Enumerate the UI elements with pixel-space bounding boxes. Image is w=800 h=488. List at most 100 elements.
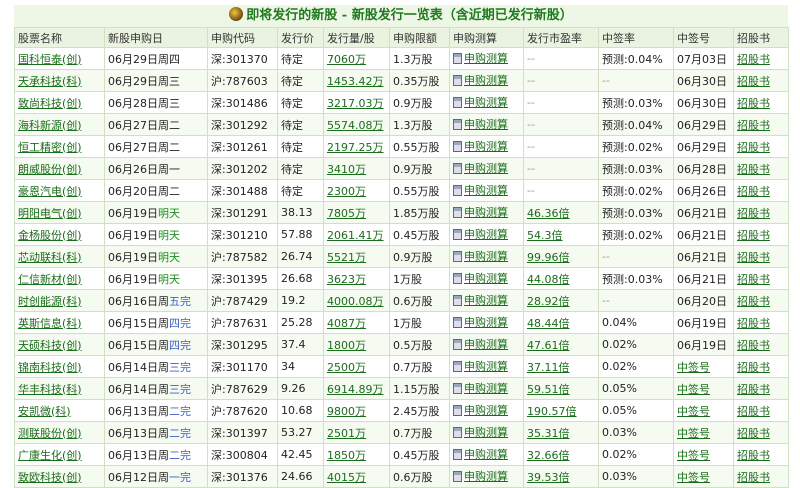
- prospectus-link[interactable]: 招股书: [737, 427, 770, 440]
- subscribe-calc-button[interactable]: 申购测算: [453, 270, 508, 286]
- subscribe-calc-button[interactable]: 申购测算: [453, 380, 508, 396]
- stock-name-link[interactable]: 致欧科技(创): [18, 471, 82, 484]
- issue-volume-link[interactable]: 7805万: [327, 207, 366, 220]
- stock-name-link[interactable]: 英斯信息(科): [18, 317, 82, 330]
- issue-volume-link[interactable]: 2501万: [327, 427, 366, 440]
- subscribe-calc-button[interactable]: 申购测算: [453, 226, 508, 242]
- prospectus-link[interactable]: 招股书: [737, 97, 770, 110]
- subscribe-calc-label[interactable]: 申购测算: [464, 402, 508, 418]
- prospectus-link[interactable]: 招股书: [737, 273, 770, 286]
- stock-name-link[interactable]: 国科恒泰(创): [18, 53, 82, 66]
- subscribe-calc-label[interactable]: 申购测算: [464, 314, 508, 330]
- stock-name-link[interactable]: 安凯微(科): [18, 405, 71, 418]
- issue-volume-link[interactable]: 5574.08万: [327, 119, 384, 132]
- subscribe-calc-button[interactable]: 申购测算: [453, 72, 508, 88]
- issue-volume-link[interactable]: 2300万: [327, 185, 366, 198]
- issue-pe-link[interactable]: 46.36倍: [527, 207, 570, 220]
- subscribe-calc-label[interactable]: 申购测算: [464, 226, 508, 242]
- prospectus-link[interactable]: 招股书: [737, 229, 770, 242]
- stock-name-link[interactable]: 锦南科技(创): [18, 361, 82, 374]
- prospectus-link[interactable]: 招股书: [737, 317, 770, 330]
- stock-name-link[interactable]: 豪恩汽电(创): [18, 185, 82, 198]
- issue-volume-link[interactable]: 4087万: [327, 317, 366, 330]
- stock-name-link[interactable]: 恒工精密(创): [18, 141, 82, 154]
- issue-volume-link[interactable]: 3410万: [327, 163, 366, 176]
- subscribe-calc-label[interactable]: 申购测算: [464, 160, 508, 176]
- stock-name-link[interactable]: 明阳电气(创): [18, 207, 82, 220]
- subscribe-calc-button[interactable]: 申购测算: [453, 424, 508, 440]
- subscribe-calc-label[interactable]: 申购测算: [464, 182, 508, 198]
- prospectus-link[interactable]: 招股书: [737, 449, 770, 462]
- stock-name-link[interactable]: 海科新源(创): [18, 119, 82, 132]
- prospectus-link[interactable]: 招股书: [737, 119, 770, 132]
- subscribe-calc-button[interactable]: 申购测算: [453, 468, 508, 484]
- subscribe-calc-button[interactable]: 申购测算: [453, 446, 508, 462]
- issue-volume-link[interactable]: 4015万: [327, 471, 366, 484]
- stock-name-link[interactable]: 致尚科技(创): [18, 97, 82, 110]
- prospectus-link[interactable]: 招股书: [737, 383, 770, 396]
- issue-pe-link[interactable]: 59.51倍: [527, 383, 570, 396]
- stock-name-link[interactable]: 仁信新材(创): [18, 273, 82, 286]
- issue-pe-link[interactable]: 44.08倍: [527, 273, 570, 286]
- subscribe-calc-label[interactable]: 申购测算: [464, 50, 508, 66]
- issue-pe-link[interactable]: 54.3倍: [527, 229, 563, 242]
- issue-pe-link[interactable]: 99.96倍: [527, 251, 570, 264]
- subscribe-calc-button[interactable]: 申购测算: [453, 292, 508, 308]
- subscribe-calc-label[interactable]: 申购测算: [464, 292, 508, 308]
- stock-name-link[interactable]: 测联股份(创): [18, 427, 82, 440]
- subscribe-calc-label[interactable]: 申购测算: [464, 204, 508, 220]
- issue-volume-link[interactable]: 6914.89万: [327, 383, 384, 396]
- subscribe-calc-label[interactable]: 申购测算: [464, 270, 508, 286]
- issue-pe-link[interactable]: 47.61倍: [527, 339, 570, 352]
- stock-name-link[interactable]: 芯动联科(科): [18, 251, 82, 264]
- prospectus-link[interactable]: 招股书: [737, 75, 770, 88]
- issue-volume-link[interactable]: 3623万: [327, 273, 366, 286]
- prospectus-link[interactable]: 招股书: [737, 471, 770, 484]
- issue-volume-link[interactable]: 4000.08万: [327, 295, 384, 308]
- stock-name-link[interactable]: 天硕科技(创): [18, 339, 82, 352]
- issue-pe-link[interactable]: 39.53倍: [527, 471, 570, 484]
- subscribe-calc-button[interactable]: 申购测算: [453, 182, 508, 198]
- subscribe-calc-button[interactable]: 申购测算: [453, 314, 508, 330]
- prospectus-link[interactable]: 招股书: [737, 295, 770, 308]
- prospectus-link[interactable]: 招股书: [737, 141, 770, 154]
- prospectus-link[interactable]: 招股书: [737, 251, 770, 264]
- subscribe-calc-label[interactable]: 申购测算: [464, 358, 508, 374]
- issue-volume-link[interactable]: 5521万: [327, 251, 366, 264]
- issue-volume-link[interactable]: 2197.25万: [327, 141, 384, 154]
- lottery-number-link[interactable]: 中签号: [677, 405, 710, 418]
- stock-name-link[interactable]: 金杨股份(创): [18, 229, 82, 242]
- lottery-number-link[interactable]: 中签号: [677, 427, 710, 440]
- prospectus-link[interactable]: 招股书: [737, 361, 770, 374]
- issue-volume-link[interactable]: 7060万: [327, 53, 366, 66]
- lottery-number-link[interactable]: 中签号: [677, 361, 710, 374]
- issue-volume-link[interactable]: 2061.41万: [327, 229, 384, 242]
- subscribe-calc-label[interactable]: 申购测算: [464, 94, 508, 110]
- stock-name-link[interactable]: 朗威股份(创): [18, 163, 82, 176]
- stock-name-link[interactable]: 广康生化(创): [18, 449, 82, 462]
- subscribe-calc-button[interactable]: 申购测算: [453, 204, 508, 220]
- stock-name-link[interactable]: 时创能源(科): [18, 295, 82, 308]
- issue-volume-link[interactable]: 1453.42万: [327, 75, 384, 88]
- subscribe-calc-button[interactable]: 申购测算: [453, 50, 508, 66]
- subscribe-calc-label[interactable]: 申购测算: [464, 72, 508, 88]
- subscribe-calc-label[interactable]: 申购测算: [464, 380, 508, 396]
- issue-volume-link[interactable]: 2500万: [327, 361, 366, 374]
- issue-pe-link[interactable]: 48.44倍: [527, 317, 570, 330]
- subscribe-calc-button[interactable]: 申购测算: [453, 94, 508, 110]
- prospectus-link[interactable]: 招股书: [737, 163, 770, 176]
- issue-pe-link[interactable]: 32.66倍: [527, 449, 570, 462]
- subscribe-calc-button[interactable]: 申购测算: [453, 248, 508, 264]
- lottery-number-link[interactable]: 中签号: [677, 383, 710, 396]
- subscribe-calc-label[interactable]: 申购测算: [464, 138, 508, 154]
- lottery-number-link[interactable]: 中签号: [677, 471, 710, 484]
- lottery-number-link[interactable]: 中签号: [677, 449, 710, 462]
- prospectus-link[interactable]: 招股书: [737, 207, 770, 220]
- issue-volume-link[interactable]: 3217.03万: [327, 97, 384, 110]
- subscribe-calc-label[interactable]: 申购测算: [464, 248, 508, 264]
- prospectus-link[interactable]: 招股书: [737, 339, 770, 352]
- subscribe-calc-button[interactable]: 申购测算: [453, 116, 508, 132]
- subscribe-calc-button[interactable]: 申购测算: [453, 336, 508, 352]
- issue-pe-link[interactable]: 37.11倍: [527, 361, 570, 374]
- issue-pe-link[interactable]: 28.92倍: [527, 295, 570, 308]
